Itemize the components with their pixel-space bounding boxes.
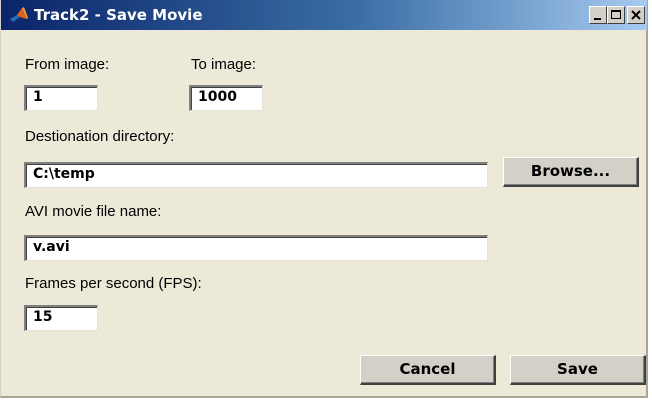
avi-name-input[interactable]: v.avi	[24, 235, 488, 261]
destination-dir-label: Destionation directory:	[25, 128, 175, 145]
save-movie-dialog: Track2 - Save Movie From image: 1 To ima…	[0, 0, 648, 398]
cancel-button[interactable]: Cancel	[360, 355, 496, 385]
destination-dir-input[interactable]: C:\temp	[24, 162, 488, 188]
maximize-button[interactable]	[607, 6, 625, 24]
to-image-label: To image:	[191, 56, 257, 73]
from-image-input[interactable]: 1	[24, 85, 98, 111]
title-bar[interactable]: Track2 - Save Movie	[1, 0, 647, 30]
maximize-icon	[611, 10, 621, 19]
avi-name-label: AVI movie file name:	[25, 203, 162, 220]
fps-label: Frames per second (FPS):	[25, 275, 202, 292]
save-button[interactable]: Save	[510, 355, 646, 385]
matlab-icon	[9, 6, 29, 24]
from-image-label: From image:	[25, 56, 110, 73]
window-title: Track2 - Save Movie	[34, 6, 203, 24]
close-button[interactable]	[627, 6, 645, 24]
to-image-input[interactable]: 1000	[189, 85, 263, 111]
close-icon	[631, 10, 641, 20]
fps-input[interactable]: 15	[24, 305, 98, 331]
browse-button[interactable]: Browse...	[503, 157, 639, 187]
minimize-button[interactable]	[589, 6, 607, 24]
minimize-icon	[594, 18, 601, 20]
